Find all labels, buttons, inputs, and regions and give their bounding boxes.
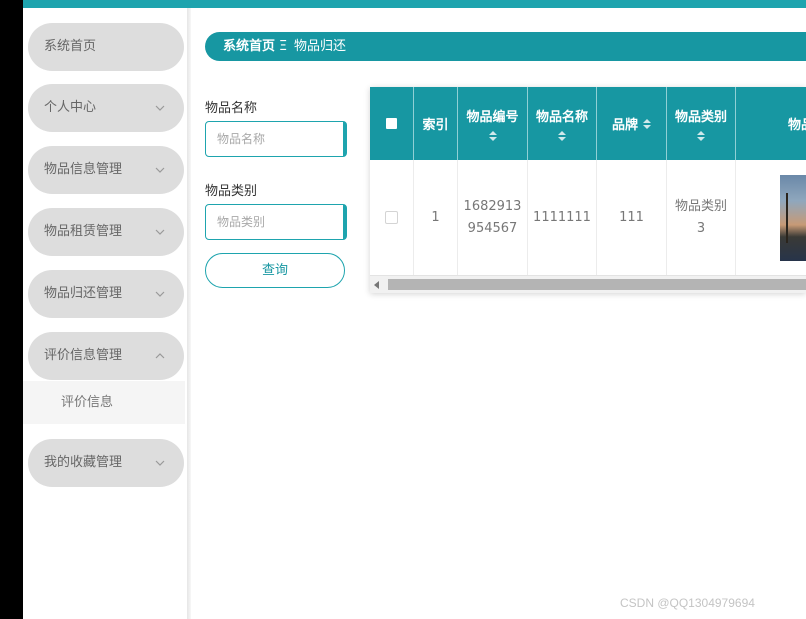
sidebar-item-label: 物品归还管理 xyxy=(44,286,123,301)
sidebar-item-label: 物品信息管理 xyxy=(44,162,123,177)
cell-brand-value: 111 xyxy=(619,209,644,225)
chevron-up-icon xyxy=(154,332,166,380)
chevron-down-icon xyxy=(154,208,166,256)
sidebar-item-review-info[interactable]: 评价信息管理 xyxy=(28,332,184,380)
header-select-cell xyxy=(370,87,414,160)
cell-item-name: 1111111 xyxy=(528,160,597,275)
header-brand-label: 品牌 xyxy=(611,118,638,133)
sort-icon[interactable] xyxy=(643,118,651,129)
watermark: CSDN @QQ1304979694 xyxy=(620,596,755,610)
chevron-down-icon xyxy=(154,439,166,487)
chevron-down-icon xyxy=(154,270,166,318)
item-name-label: 物品名称 xyxy=(205,101,258,116)
submenu-item-review[interactable]: 评价信息 xyxy=(61,381,113,424)
header-item-name[interactable]: 物品名称 xyxy=(528,87,597,160)
cell-item-no: 1682913 954567 xyxy=(458,160,528,275)
sidebar-item-label: 评价信息管理 xyxy=(44,348,123,363)
header-item-name-label: 物品名称 xyxy=(535,110,588,125)
item-category-label: 物品类别 xyxy=(205,184,258,199)
table-row: 1 1682913 954567 1111111 111 物品类别 3 xyxy=(370,160,806,275)
header-item-no[interactable]: 物品编号 xyxy=(458,87,528,160)
cell-brand: 111 xyxy=(597,160,667,275)
header-category[interactable]: 物品类别 xyxy=(667,87,736,160)
sort-icon[interactable] xyxy=(558,131,566,141)
cell-item-name-value: 1111111 xyxy=(533,209,591,225)
sidebar: 系统首页 个人中心 物品信息管理 物品租赁管理 物品归还管理 评价信息管理 评价… xyxy=(23,8,188,619)
header-image: 物品 xyxy=(736,87,806,160)
chevron-down-icon xyxy=(154,146,166,194)
select-all-checkbox[interactable] xyxy=(386,118,397,129)
scrollbar-thumb[interactable] xyxy=(388,279,806,290)
sort-icon[interactable] xyxy=(697,131,705,141)
item-image[interactable] xyxy=(780,174,806,261)
sidebar-item-label: 个人中心 xyxy=(44,100,97,115)
sidebar-item-label: 我的收藏管理 xyxy=(44,455,123,470)
header-item-no-label: 物品编号 xyxy=(466,110,519,125)
sidebar-item-home[interactable]: 系统首页 xyxy=(28,23,184,71)
cell-category-line1: 物品类别 xyxy=(674,198,727,214)
breadcrumb-home[interactable]: 系统首页 xyxy=(223,32,275,61)
header-index: 索引 xyxy=(414,87,458,160)
header-image-label: 物品 xyxy=(788,118,806,133)
sidebar-item-item-return[interactable]: 物品归还管理 xyxy=(28,270,184,318)
sidebar-item-label: 系统首页 xyxy=(44,39,97,54)
cell-category-line2: 3 xyxy=(696,220,706,236)
row-select-cell xyxy=(370,160,414,275)
submenu-review: 评价信息 xyxy=(23,381,185,424)
breadcrumb-separator-icon: Ξ xyxy=(279,39,288,54)
horizontal-scrollbar[interactable] xyxy=(370,275,806,293)
cell-item-no-line2: 954567 xyxy=(467,220,518,236)
item-category-input[interactable] xyxy=(205,204,347,240)
cell-category: 物品类别 3 xyxy=(667,160,736,275)
sort-icon[interactable] xyxy=(488,131,497,141)
search-button[interactable]: 查询 xyxy=(205,253,345,288)
cell-index-value: 1 xyxy=(431,209,440,225)
sidebar-item-favorites[interactable]: 我的收藏管理 xyxy=(28,439,184,487)
sidebar-item-personal-center[interactable]: 个人中心 xyxy=(28,84,184,132)
header-brand[interactable]: 品牌 xyxy=(597,87,667,160)
top-bar xyxy=(23,0,806,8)
breadcrumb-current: 物品归还 xyxy=(294,39,347,54)
cell-item-no-line1: 1682913 xyxy=(463,198,522,214)
header-index-label: 索引 xyxy=(422,118,449,133)
cell-image xyxy=(736,160,806,275)
item-name-input[interactable] xyxy=(205,121,347,157)
sidebar-item-item-info[interactable]: 物品信息管理 xyxy=(28,146,184,194)
sidebar-item-label: 物品租赁管理 xyxy=(44,224,123,239)
chevron-down-icon xyxy=(154,84,166,132)
scroll-left-arrow-icon[interactable] xyxy=(374,281,379,289)
cell-index: 1 xyxy=(414,160,458,275)
data-table: 索引 物品编号 物品名称 品牌 物品类别 物品 1 1682913 xyxy=(370,87,806,293)
row-checkbox[interactable] xyxy=(385,211,398,224)
breadcrumb: 系统首页 Ξ 物品归还 xyxy=(205,32,806,61)
left-edge xyxy=(0,0,23,619)
sidebar-item-item-rental[interactable]: 物品租赁管理 xyxy=(28,208,184,256)
table-header: 索引 物品编号 物品名称 品牌 物品类别 物品 xyxy=(370,87,806,160)
sidebar-divider xyxy=(187,8,191,619)
header-category-label: 物品类别 xyxy=(674,110,727,125)
